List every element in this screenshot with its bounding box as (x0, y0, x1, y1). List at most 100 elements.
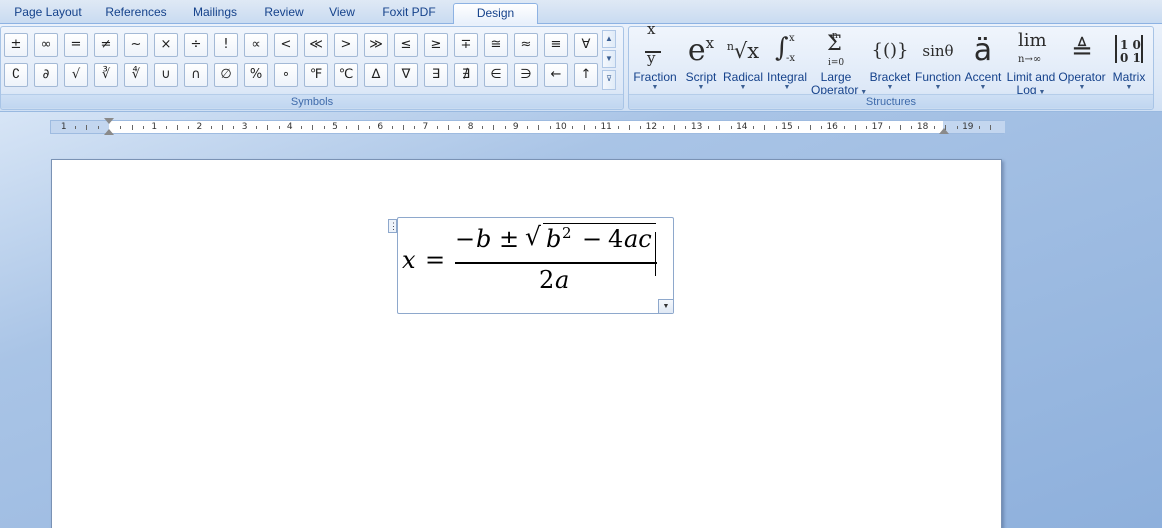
integral-button[interactable]: ∫ x -x Integral ▼ (765, 31, 809, 97)
chevron-down-icon: ▼ (697, 84, 705, 91)
operator-button[interactable]: ≜ Operator ▼ (1057, 31, 1107, 97)
symbol-button[interactable]: % (244, 63, 268, 87)
symbol-button[interactable]: ← (544, 63, 568, 87)
symbols-scroll-down[interactable]: ▼ (602, 50, 616, 68)
denominator-2: 2 (539, 266, 555, 294)
tab-design[interactable]: Design (453, 3, 538, 24)
ruler-number: 5 (332, 122, 338, 132)
ribbon: ± ∞ = ≠ ~ × ÷! ∝ < ≪ > ≫ ≤ ≥ ∓ ≅ ≈ ≡ ∀ ∁ ∂ √ ∛ ∜ ∪ ∩ ∅% ∘ ℉ ℃ ∆ ∇ ∃ ∄ ∈ ∋ ← ↑… (0, 22, 1162, 112)
symbol-button[interactable]: ∛ (94, 63, 118, 87)
operator-icon: ≜ (1071, 36, 1093, 66)
bracket-icon: {()} (871, 40, 909, 61)
symbol-button[interactable]: > (334, 33, 358, 57)
symbol-button[interactable]: ≫ (364, 33, 388, 57)
denominator-a: a (555, 266, 570, 294)
fraction-bar (455, 262, 657, 264)
symbol-button[interactable]: ∈ (484, 63, 508, 87)
function-icon: sinθ (922, 42, 954, 60)
ruler-number: 14 (736, 122, 748, 132)
ruler-number: 6 (377, 122, 384, 132)
symbol-button[interactable]: ↑ (574, 63, 598, 87)
symbol-button[interactable]: ≡ (544, 33, 568, 57)
radical-sign: √ (525, 222, 541, 251)
symbol-button[interactable]: ℃ (334, 63, 358, 87)
equation-options-dropdown[interactable]: ▼ (658, 299, 673, 313)
symbol-button[interactable]: = (64, 33, 88, 57)
symbol-button[interactable]: ∄ (454, 63, 478, 87)
chevron-down-icon: ▼ (886, 84, 894, 91)
symbol-button[interactable]: ± (4, 33, 28, 57)
equation-box[interactable]: ⋮ x = − b ± √ b 2 − 4 ac 2 a ▼ (388, 217, 674, 314)
horizontal-ruler[interactable]: 1 1 2 3 4 5 6 7 8 9 10 11 12 13 14 15 16 17 18 19 (50, 118, 1005, 135)
symbol-button[interactable]: ~ (124, 33, 148, 57)
chevron-down-icon: ▼ (739, 84, 747, 91)
symbol-button[interactable]: ≥ (424, 33, 448, 57)
symbol-button[interactable]: ∆ (364, 63, 388, 87)
chevron-down-icon: ▼ (979, 84, 987, 91)
symbol-button[interactable]: ∇ (394, 63, 418, 87)
equation-handle[interactable]: ⋮ (388, 219, 398, 233)
tab-page-layout[interactable]: Page Layout (8, 3, 88, 24)
ruler-number: 16 (826, 122, 838, 132)
first-line-indent-marker[interactable] (104, 118, 114, 124)
symbol-button[interactable]: ℉ (304, 63, 328, 87)
ruler-number: 9 (512, 122, 519, 132)
structures-group: x y Fraction ▼ ex Script ▼ n√x Radical ▼ (628, 22, 1154, 110)
symbol-button[interactable]: ∓ (454, 33, 478, 57)
symbol-button[interactable]: ! (214, 33, 238, 57)
symbol-button[interactable]: ≠ (94, 33, 118, 57)
minus-sign: − (582, 225, 603, 253)
function-button[interactable]: sinθ Function ▼ (913, 31, 963, 97)
left-indent-marker[interactable] (104, 129, 114, 135)
document-workspace: 1 1 2 3 4 5 6 7 8 9 10 11 12 13 14 15 16 17 18 19 ⋮ x = − b… (0, 112, 1162, 528)
bracket-button[interactable]: {()} Bracket ▼ (867, 31, 913, 97)
symbol-button[interactable]: ≪ (304, 33, 328, 57)
plus-minus-sign: ± (499, 225, 520, 253)
ruler-number: 17 (871, 122, 884, 132)
accent-button[interactable]: ä Accent ▼ (963, 31, 1003, 97)
symbol-button[interactable]: ∜ (124, 63, 148, 87)
symbol-button[interactable]: ÷ (184, 33, 208, 57)
symbol-button[interactable]: × (154, 33, 178, 57)
tab-view[interactable]: View (322, 3, 362, 24)
symbols-more-button[interactable]: ⊽ (602, 70, 616, 90)
symbols-scroll-up[interactable]: ▲ (602, 30, 616, 48)
script-button[interactable]: ex Script ▼ (681, 31, 721, 97)
symbol-button[interactable]: ∂ (34, 63, 58, 87)
right-indent-marker[interactable] (939, 128, 949, 134)
symbol-button[interactable]: ≤ (394, 33, 418, 57)
symbol-button[interactable]: < (274, 33, 298, 57)
ruler-number: 13 (690, 122, 703, 132)
symbol-button[interactable]: ∀ (574, 33, 598, 57)
ruler-number: 8 (467, 122, 474, 132)
symbol-button[interactable]: ∋ (514, 63, 538, 87)
symbol-button[interactable]: ∝ (244, 33, 268, 57)
symbol-button[interactable]: ≅ (484, 33, 508, 57)
chevron-down-icon: ▼ (1078, 84, 1086, 91)
numerator-b: b (476, 225, 492, 253)
ruler-number: 12 (645, 122, 658, 132)
radical-button[interactable]: n√x Radical ▼ (721, 31, 765, 97)
structures-group-label: Structures (629, 94, 1153, 108)
symbol-button[interactable]: ∞ (34, 33, 58, 57)
ruler-number: 18 (916, 122, 929, 132)
tab-review[interactable]: Review (256, 3, 312, 24)
symbol-button[interactable]: ∘ (274, 63, 298, 87)
limit-and-log-button[interactable]: lim n→∞ Limit and Log ▼ (1005, 30, 1057, 97)
large-operator-button[interactable]: n Σ i=0 Large Operator ▼ (811, 31, 867, 97)
symbol-button[interactable]: ∅ (214, 63, 238, 87)
document-page[interactable]: ⋮ x = − b ± √ b 2 − 4 ac 2 a ▼ (51, 159, 1002, 528)
tab-mailings[interactable]: Mailings (184, 3, 246, 24)
symbol-button[interactable]: ∁ (4, 63, 28, 87)
accent-icon: ä (973, 33, 993, 68)
matrix-button[interactable]: 1 0 0 1 Matrix ▼ (1107, 31, 1151, 97)
symbol-button[interactable]: ∃ (424, 63, 448, 87)
symbol-button[interactable]: ∩ (184, 63, 208, 87)
symbol-button[interactable]: ≈ (514, 33, 538, 57)
fraction-button[interactable]: x y Fraction ▼ (631, 22, 679, 97)
chevron-down-icon: ▼ (1125, 84, 1133, 91)
symbol-button[interactable]: ∪ (154, 63, 178, 87)
symbol-button[interactable]: √ (64, 63, 88, 87)
tab-foxit-pdf[interactable]: Foxit PDF (374, 3, 444, 24)
tab-references[interactable]: References (98, 3, 174, 24)
